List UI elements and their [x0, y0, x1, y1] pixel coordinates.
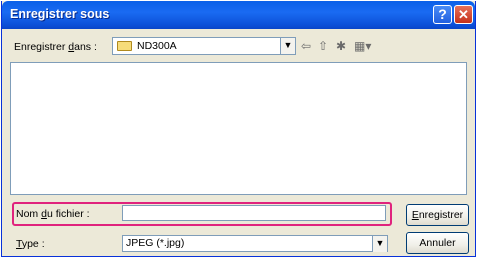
save-in-label-text: Enregistrer [14, 41, 69, 53]
file-type-label-rest: ype : [21, 238, 45, 250]
chevron-down-icon[interactable]: ▼ [280, 38, 295, 54]
window-title: Enregistrer sous [10, 7, 110, 21]
file-type-select[interactable]: JPEG (*.jpg) ▼ [122, 235, 388, 252]
chevron-down-icon[interactable]: ▼ [372, 236, 387, 252]
current-folder-name: ND300A [137, 40, 177, 52]
up-folder-icon[interactable]: ⇧ [318, 38, 328, 54]
folder-icon [117, 41, 132, 51]
close-button[interactable]: ✕ [454, 5, 473, 24]
help-icon: ? [438, 6, 447, 22]
save-in-label: Enregistrer dans : [14, 41, 97, 53]
save-button-label: nregistrer [418, 209, 464, 221]
file-list[interactable] [10, 62, 467, 195]
new-folder-icon[interactable]: ✱ [336, 38, 346, 54]
save-button[interactable]: Enregistrer [406, 204, 469, 226]
file-name-label-rest: u fichier : [46, 208, 90, 220]
save-in-combo[interactable]: ND300A ▼ [112, 37, 296, 55]
file-name-input[interactable] [122, 205, 386, 221]
back-icon[interactable]: ⇦ [301, 38, 311, 54]
save-button-accel: E [411, 209, 419, 221]
file-type-value: JPEG (*.jpg) [126, 237, 185, 249]
title-bar[interactable]: Enregistrer sous ? ✕ [2, 1, 475, 29]
save-as-dialog: Enregistrer sous ? ✕ Enregistrer dans : … [1, 1, 476, 257]
file-name-label: Nom du fichier : [16, 208, 90, 220]
cancel-button[interactable]: Annuler [406, 232, 469, 254]
save-in-label-rest: ans : [74, 41, 97, 53]
file-type-label: Type : [16, 238, 45, 250]
close-icon: ✕ [458, 7, 469, 22]
file-name-label-text: Nom [16, 208, 42, 220]
view-menu-icon[interactable]: ▦▾ [354, 38, 371, 54]
help-button[interactable]: ? [433, 5, 452, 24]
